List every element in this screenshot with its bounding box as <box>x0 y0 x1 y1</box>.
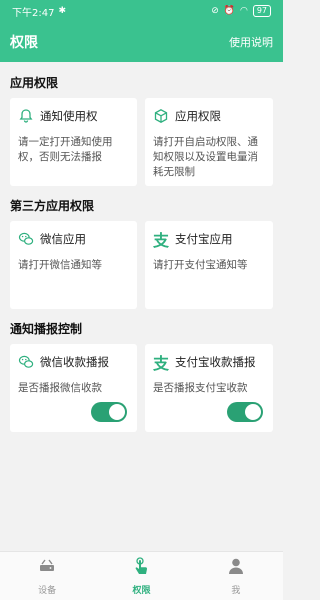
card-desc: 请打开支付宝通知等 <box>153 259 248 271</box>
card-label: 微信收款播报 <box>40 355 109 369</box>
battery-icon: 97 <box>252 5 271 17</box>
toggle-knob <box>109 404 125 420</box>
card-label: 微信应用 <box>40 232 86 246</box>
tab-permission[interactable]: 权限 <box>94 552 188 600</box>
wechat-icon <box>18 354 34 370</box>
toggle-knob <box>245 404 261 420</box>
help-button[interactable]: 使用说明 <box>229 34 273 50</box>
tab-device[interactable]: 设备 <box>0 552 94 600</box>
card-notification-access[interactable]: 通知使用权 请一定打开通知使用权，否则无法播报 <box>10 98 137 186</box>
bell-icon <box>18 108 34 124</box>
alarm-icon: ⏰ <box>223 6 235 16</box>
alipay-broadcast-toggle[interactable] <box>227 402 263 422</box>
person-icon <box>226 556 246 580</box>
section-title-app-permissions: 应用权限 <box>10 76 59 90</box>
tab-label: 设备 <box>38 586 57 596</box>
card-desc: 请打开自启动权限、通知权限以及设置电量消耗无限制 <box>153 136 258 178</box>
card-label: 支付宝应用 <box>175 232 233 246</box>
silent-icon: ⊘ <box>211 6 219 16</box>
status-time: 下午2:47 <box>12 7 55 19</box>
status-bar: 下午2:47 ✱ ⊘ ⏰ ◠ 97 <box>0 0 283 22</box>
bottom-tab-bar: 设备 权限 我 <box>0 551 283 600</box>
card-label: 通知使用权 <box>40 109 98 123</box>
card-desc: 是否播报支付宝收款 <box>153 382 248 394</box>
card-alipay-app[interactable]: 支 支付宝应用 请打开支付宝通知等 <box>145 221 273 309</box>
wechat-icon <box>18 231 34 247</box>
tab-label: 权限 <box>132 586 151 596</box>
card-alipay-broadcast: 支 支付宝收款播报 是否播报支付宝收款 <box>145 344 273 432</box>
tab-label: 我 <box>231 586 241 596</box>
card-wechat-app[interactable]: 微信应用 请打开微信通知等 <box>10 221 137 309</box>
page-title: 权限 <box>10 35 38 51</box>
hand-tap-icon <box>131 556 151 580</box>
tab-me[interactable]: 我 <box>189 552 283 600</box>
card-desc: 请一定打开通知使用权，否则无法播报 <box>18 136 113 163</box>
card-label: 支付宝收款播报 <box>175 355 256 369</box>
alipay-icon: 支 <box>153 231 170 250</box>
section-title-third-party: 第三方应用权限 <box>10 199 95 213</box>
app-bar: 权限 使用说明 <box>0 22 283 62</box>
battery-level: 97 <box>256 6 267 15</box>
card-desc: 请打开微信通知等 <box>18 259 102 271</box>
wechat-broadcast-toggle[interactable] <box>91 402 127 422</box>
card-desc: 是否播报微信收款 <box>18 382 102 394</box>
cube-icon <box>153 108 169 124</box>
router-icon <box>37 556 57 580</box>
bluetooth-icon: ✱ <box>58 6 67 16</box>
wifi-icon: ◠ <box>239 6 248 16</box>
card-wechat-broadcast: 微信收款播报 是否播报微信收款 <box>10 344 137 432</box>
card-app-permission[interactable]: 应用权限 请打开自启动权限、通知权限以及设置电量消耗无限制 <box>145 98 273 186</box>
card-label: 应用权限 <box>175 109 221 123</box>
section-title-broadcast: 通知播报控制 <box>10 322 83 336</box>
alipay-icon: 支 <box>153 354 170 373</box>
